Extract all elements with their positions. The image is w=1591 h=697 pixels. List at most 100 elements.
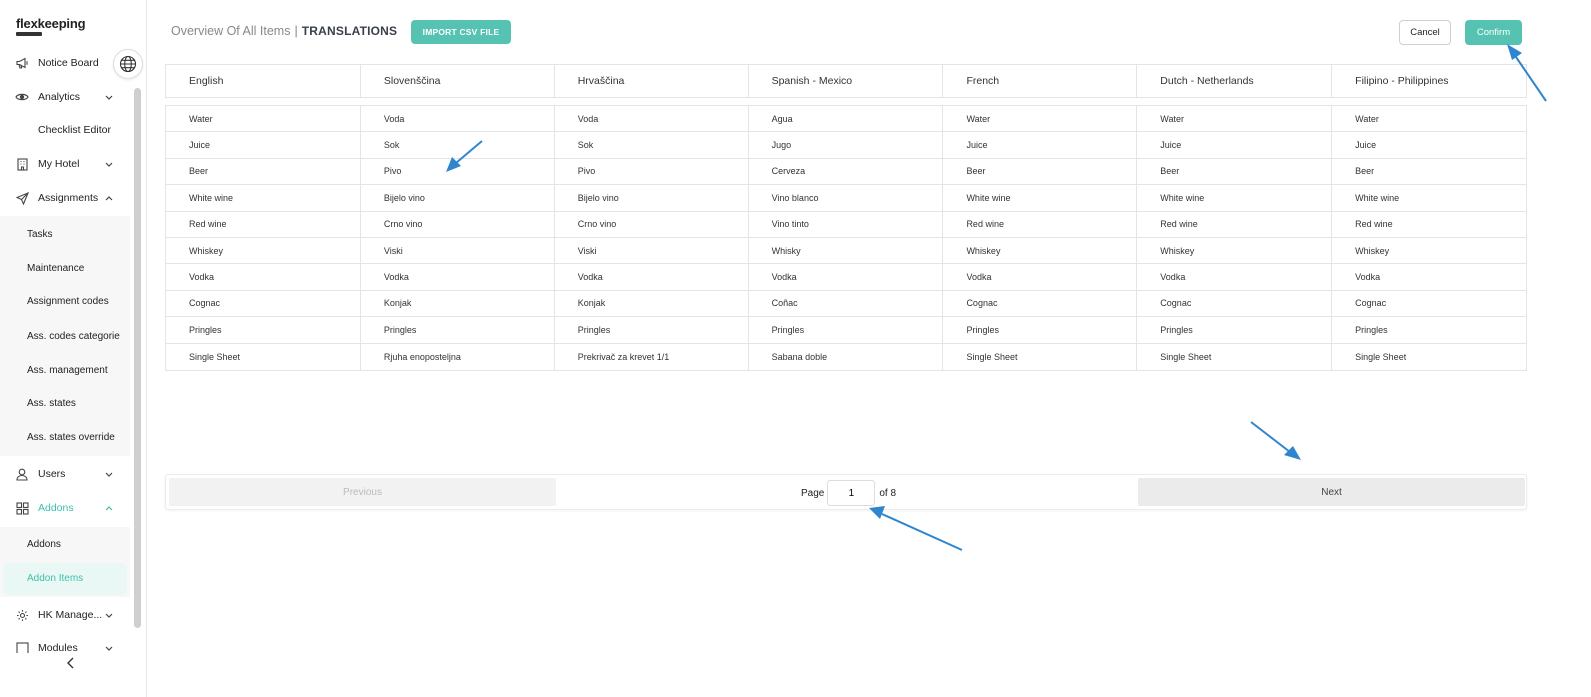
table-cell[interactable]: Pivo [555,158,749,185]
sidebar-item-notice-board[interactable]: Notice Board [0,48,130,78]
table-cell[interactable]: Crno vino [555,211,749,237]
table-cell[interactable]: Water [1137,106,1333,132]
table-cell[interactable]: White wine [1137,185,1333,211]
chevron-down-icon [105,160,113,168]
sidebar-subitem-tasks[interactable]: Tasks [27,229,53,240]
table-cell[interactable]: Sok [555,132,749,158]
sidebar-subitem-ass-codes-categories[interactable]: Ass. codes categorie [27,331,120,342]
table-cell[interactable]: Cognac [1137,290,1333,317]
sidebar-item-checklist-editor[interactable]: Checklist Editor [0,115,130,145]
table-cell[interactable]: Agua [749,106,944,132]
sidebar-scrollbar[interactable] [134,88,141,628]
table-cell[interactable]: Konjak [555,290,749,317]
sidebar-subitem-ass-states-override[interactable]: Ass. states override [27,432,115,443]
table-cell[interactable]: Prekrivač za krevet 1/1 [555,343,749,370]
table-cell[interactable]: Cognac [943,290,1138,317]
sidebar-subitem-addons[interactable]: Addons [27,539,61,550]
next-page-button[interactable]: Next [1138,478,1525,506]
table-cell[interactable]: Cognac [1332,291,1526,316]
table-cell[interactable]: Pringles [1332,317,1526,342]
table-cell[interactable]: Coñac [749,290,944,317]
table-cell[interactable]: Pringles [361,317,555,343]
cancel-button[interactable]: Cancel [1399,20,1451,45]
table-cell[interactable]: Bijelo vino [361,185,555,211]
table-cell[interactable]: Pringles [749,317,944,343]
confirm-button[interactable]: Confirm [1465,20,1522,45]
table-cell[interactable]: Water [943,106,1138,132]
previous-page-button[interactable]: Previous [169,478,556,506]
table-cell[interactable]: Sok [361,132,555,158]
table-cell[interactable]: Sabana doble [749,343,944,370]
table-cell[interactable]: Red wine [1332,212,1526,237]
sidebar-item-analytics[interactable]: Analytics [0,82,130,112]
table-cell[interactable]: Crno vino [361,211,555,237]
table-cell[interactable]: Beer [943,158,1138,185]
table-cell[interactable]: Vodka [943,264,1138,290]
table-cell[interactable]: Red wine [1137,211,1333,237]
table-cell[interactable]: Viski [361,237,555,264]
sidebar-item-modules[interactable]: Modules [0,640,130,653]
table-cell[interactable]: Vino blanco [749,185,944,211]
table-cell[interactable]: Single Sheet [943,343,1138,370]
sidebar-subitem-addon-items[interactable]: Addon Items [27,573,83,584]
table-cell[interactable]: Whiskey [166,237,361,264]
table-cell[interactable]: White wine [1332,185,1526,210]
table-cell[interactable]: Voda [555,106,749,132]
table-cell[interactable]: Viski [555,237,749,264]
table-cell[interactable]: Vodka [555,264,749,290]
table-cell[interactable]: Jugo [749,132,944,158]
sidebar-item-users[interactable]: Users [0,459,130,489]
breadcrumb-parent[interactable]: Overview Of All Items [171,24,290,38]
table-cell[interactable]: Red wine [943,211,1138,237]
table-cell[interactable]: Juice [1332,132,1526,157]
sidebar-item-assignments[interactable]: Assignments [0,183,130,213]
table-cell[interactable]: Whiskey [943,237,1138,264]
sidebar-subitem-assignment-codes[interactable]: Assignment codes [27,296,109,307]
table-cell[interactable]: Pringles [555,317,749,343]
table-cell[interactable]: Cerveza [749,158,944,185]
table-cell[interactable]: Pringles [166,317,361,343]
table-cell[interactable]: Voda [361,106,555,132]
table-cell[interactable]: Water [166,106,361,132]
table-cell[interactable]: Whiskey [1332,238,1526,263]
table-cell[interactable]: White wine [166,185,361,211]
sidebar-subitem-ass-states[interactable]: Ass. states [27,398,76,409]
table-cell[interactable]: Juice [943,132,1138,158]
table-cell[interactable]: Vino tinto [749,211,944,237]
table-cell[interactable]: Bijelo vino [555,185,749,211]
logo[interactable]: flexkeeping [16,16,86,36]
table-cell[interactable]: Juice [166,132,361,158]
table-cell[interactable]: Whisky [749,237,944,264]
collapse-sidebar-button[interactable] [64,656,78,670]
table-cell[interactable]: Vodka [1332,264,1526,289]
table-cell[interactable]: Pivo [361,158,555,185]
sidebar-item-hk-management[interactable]: HK Manage... [0,600,130,630]
table-cell[interactable]: Pringles [943,317,1138,343]
table-cell[interactable]: Beer [1137,158,1333,185]
sidebar-item-addons[interactable]: Addons [0,493,130,523]
sidebar-subitem-maintenance[interactable]: Maintenance [27,263,84,274]
table-cell[interactable]: Whiskey [1137,237,1333,264]
table-cell[interactable]: Red wine [166,211,361,237]
table-cell[interactable]: Single Sheet [1137,343,1333,370]
table-cell[interactable]: Vodka [361,264,555,290]
table-cell[interactable]: Juice [1137,132,1333,158]
sidebar-subitem-ass-management[interactable]: Ass. management [27,365,108,376]
table-cell[interactable]: White wine [943,185,1138,211]
import-csv-button[interactable]: IMPORT CSV FILE [411,20,511,44]
table-cell[interactable]: Vodka [1137,264,1333,290]
page-number-input[interactable] [827,480,876,506]
table-cell[interactable]: Vodka [166,264,361,290]
table-cell[interactable]: Beer [1332,159,1526,184]
language-button[interactable] [113,49,143,79]
table-cell[interactable]: Pringles [1137,317,1333,343]
table-cell[interactable]: Single Sheet [166,343,361,370]
table-cell[interactable]: Rjuha enoposteljna [361,343,555,370]
sidebar-item-my-hotel[interactable]: My Hotel [0,149,130,179]
table-cell[interactable]: Vodka [749,264,944,290]
table-cell[interactable]: Beer [166,158,361,185]
table-cell[interactable]: Single Sheet [1332,344,1526,370]
table-cell[interactable]: Cognac [166,290,361,317]
table-cell[interactable]: Water [1332,106,1526,131]
table-cell[interactable]: Konjak [361,290,555,317]
